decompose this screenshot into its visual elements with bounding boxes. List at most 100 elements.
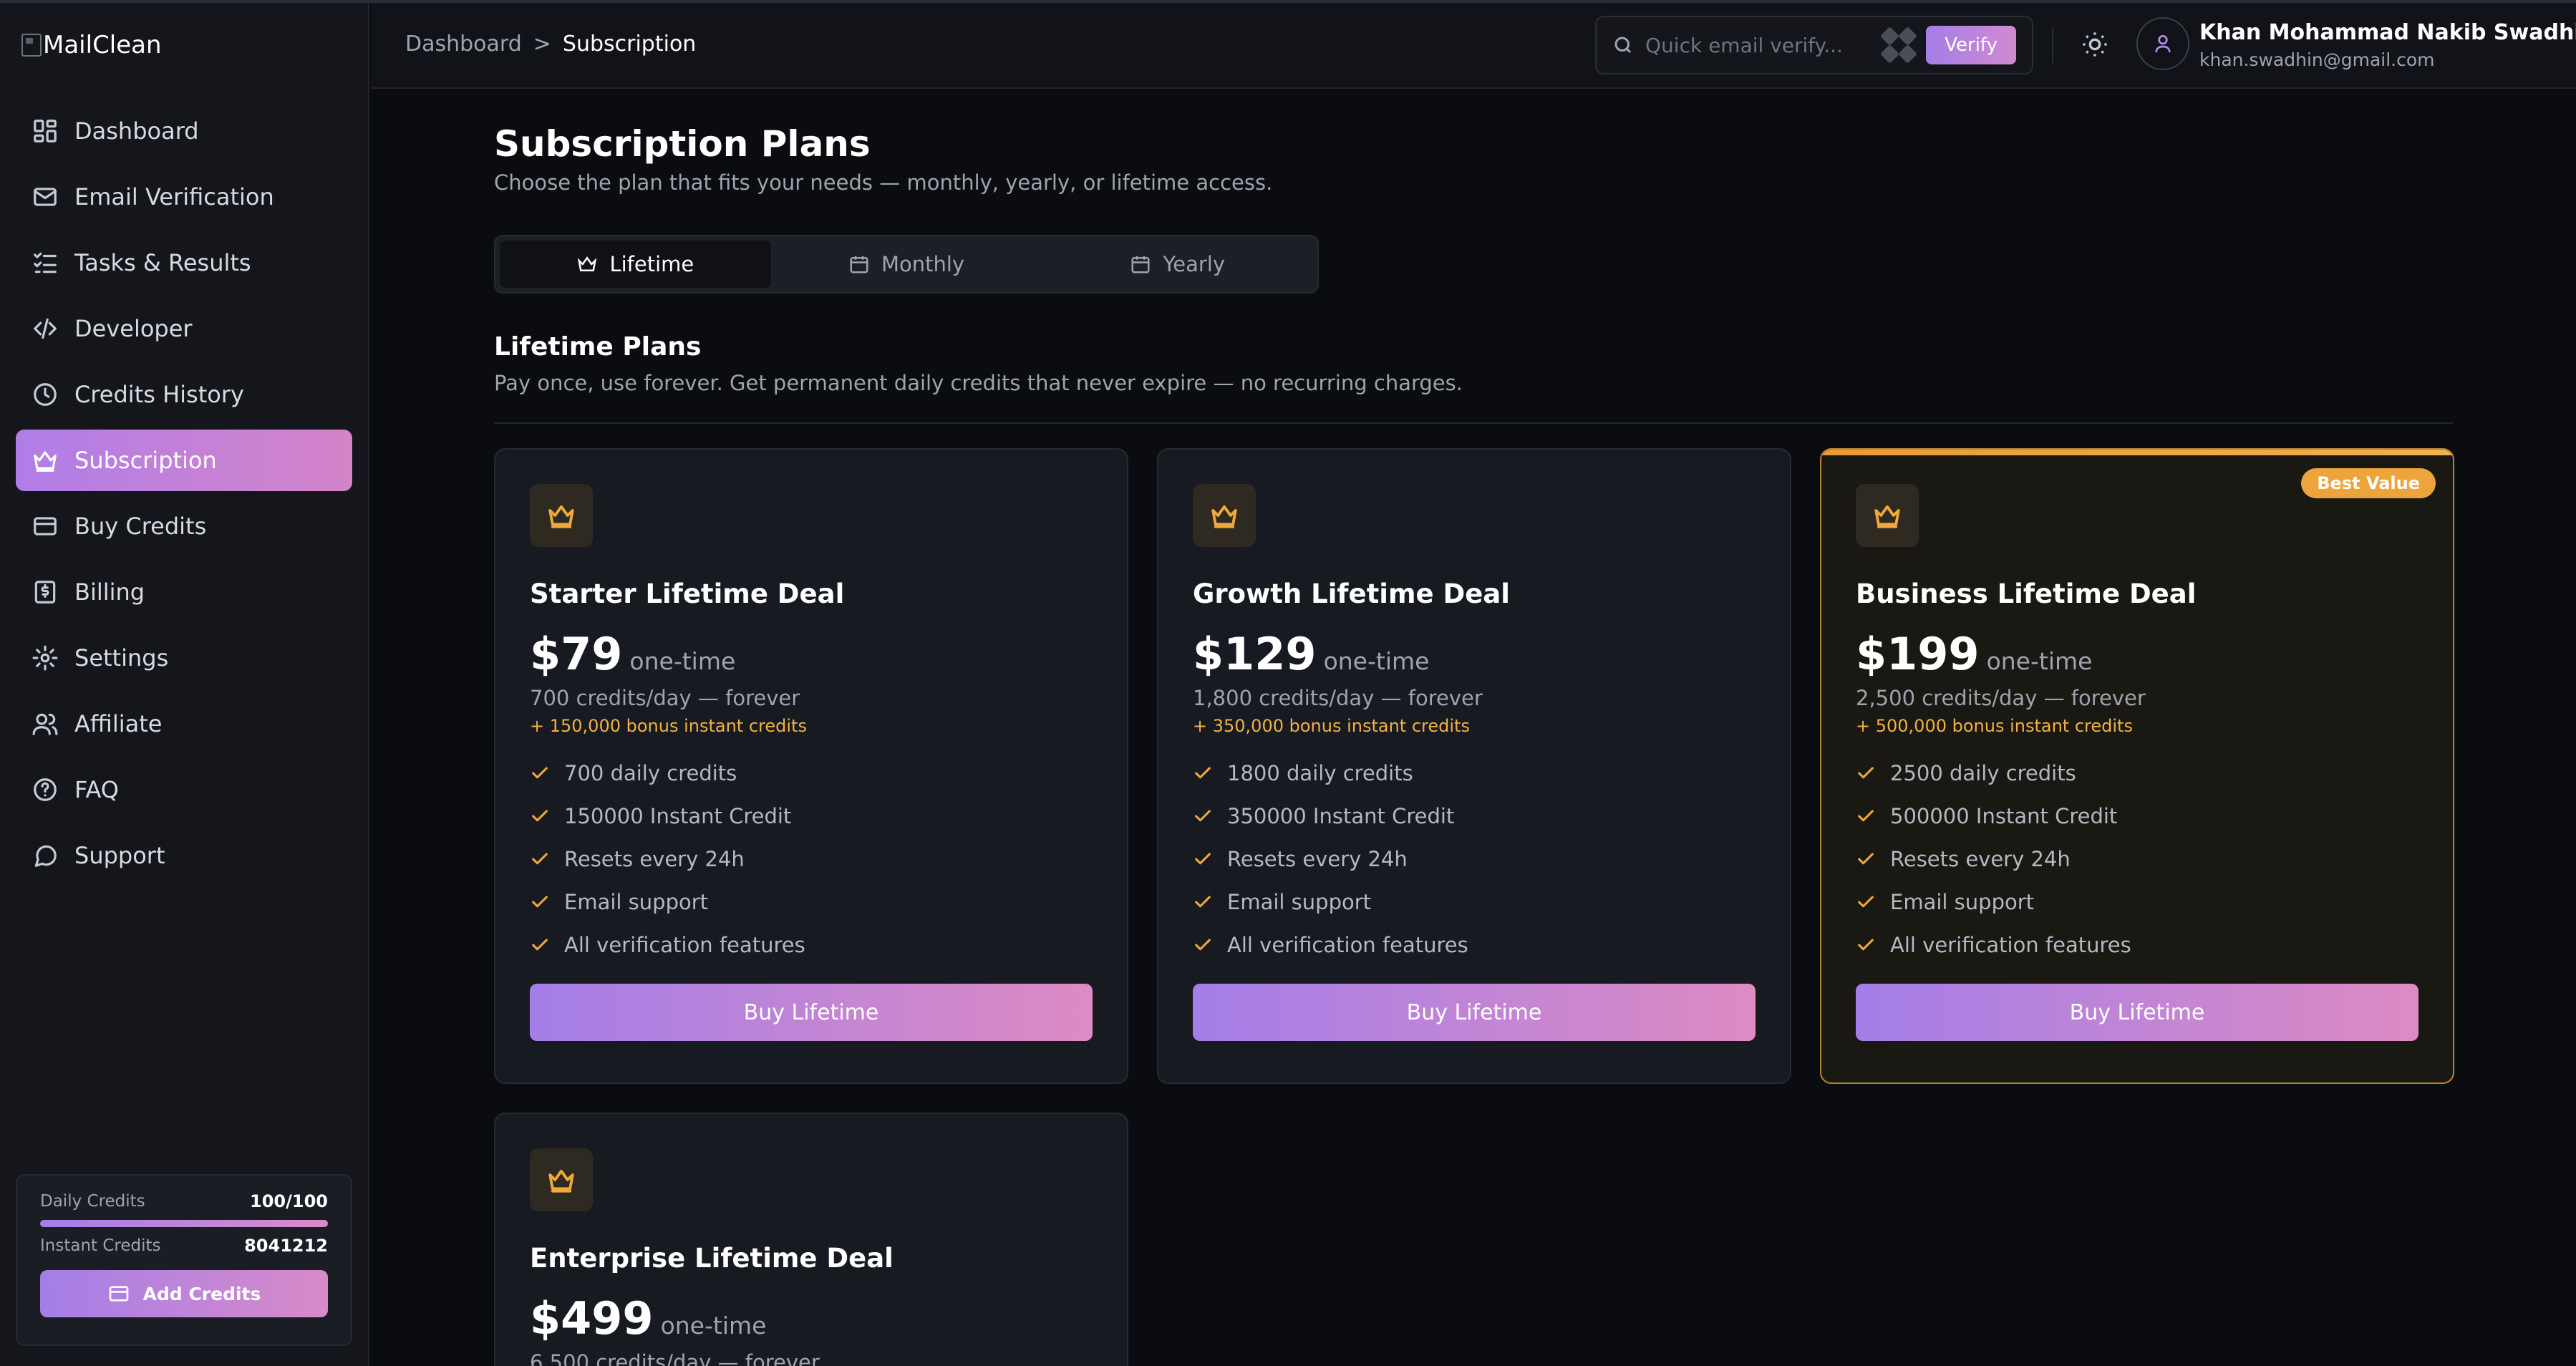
sidebar-item-credits-history[interactable]: Credits History bbox=[16, 364, 352, 425]
sidebar-item-buy-credits[interactable]: Buy Credits bbox=[16, 495, 352, 557]
section-title: Lifetime Plans bbox=[494, 332, 702, 362]
plan-icon-box bbox=[530, 484, 593, 547]
sidebar-item-subscription[interactable]: Subscription bbox=[16, 430, 352, 491]
sidebar-item-label: Support bbox=[74, 842, 165, 869]
page-title: Subscription Plans bbox=[494, 123, 871, 165]
check-icon bbox=[532, 939, 548, 951]
breadcrumb-root[interactable]: Dashboard bbox=[405, 32, 522, 57]
sidebar-item-label: Dashboard bbox=[74, 117, 199, 145]
sidebar-item-billing[interactable]: Billing bbox=[16, 561, 352, 623]
sidebar-item-support[interactable]: Support bbox=[16, 825, 352, 886]
broken-image-icon bbox=[21, 34, 42, 57]
section-divider bbox=[494, 422, 2453, 424]
feature-item: Resets every 24h bbox=[1856, 838, 2418, 881]
add-credits-button[interactable]: Add Credits bbox=[40, 1270, 328, 1317]
crown-icon bbox=[578, 256, 597, 271]
feature-label: 2500 daily credits bbox=[1890, 761, 2076, 785]
page-subtitle: Choose the plan that fits your needs — m… bbox=[494, 170, 1273, 195]
crown-icon bbox=[548, 1169, 574, 1193]
sidebar-item-faq[interactable]: FAQ bbox=[16, 759, 352, 820]
quick-verify-input[interactable]: Quick email verify... bbox=[1645, 34, 1872, 57]
sidebar-item-affiliate[interactable]: Affiliate bbox=[16, 693, 352, 755]
credit-card-icon bbox=[109, 1286, 128, 1302]
plan-card-enterprise: Enterprise Lifetime Deal $499 one-time 6… bbox=[494, 1113, 1128, 1366]
app-logo[interactable]: MailClean bbox=[21, 29, 162, 62]
check-icon bbox=[532, 810, 548, 822]
theme-toggle[interactable] bbox=[2081, 30, 2109, 59]
plan-price-note: one-time bbox=[1986, 647, 2093, 675]
feature-item: All verification features bbox=[1856, 924, 2418, 967]
calendar-icon bbox=[850, 256, 868, 273]
buy-lifetime-button[interactable]: Buy Lifetime bbox=[530, 984, 1093, 1041]
check-icon bbox=[532, 896, 548, 908]
instant-credits-value: 8041212 bbox=[244, 1236, 328, 1256]
sidebar-nav: Dashboard Email Verification Tasks & Res… bbox=[16, 100, 352, 891]
plan-features: 2500 daily credits 500000 Instant Credit… bbox=[1856, 752, 2418, 967]
feature-label: 700 daily credits bbox=[564, 761, 737, 785]
check-icon bbox=[1858, 810, 1874, 822]
feature-item: Email support bbox=[530, 881, 1093, 924]
plan-icon-box bbox=[530, 1148, 593, 1211]
extension-icon bbox=[1880, 26, 1918, 64]
feature-label: All verification features bbox=[564, 933, 805, 957]
sidebar-item-dashboard[interactable]: Dashboard bbox=[16, 100, 352, 162]
plan-price: $129 bbox=[1193, 628, 1317, 680]
check-icon bbox=[1195, 939, 1211, 951]
plan-tabs: Lifetime Monthly Yearly bbox=[494, 235, 1319, 294]
sidebar-item-label: Buy Credits bbox=[74, 513, 207, 540]
feature-label: 500000 Instant Credit bbox=[1890, 804, 2118, 828]
plan-price: $199 bbox=[1856, 628, 1980, 680]
plan-name: Enterprise Lifetime Deal bbox=[530, 1243, 894, 1274]
feature-item: 2500 daily credits bbox=[1856, 752, 2418, 795]
tab-lifetime[interactable]: Lifetime bbox=[500, 241, 771, 288]
check-icon bbox=[1195, 896, 1211, 908]
plan-card-business: Best Value Business Lifetime Deal $199 o… bbox=[1820, 448, 2454, 1084]
sidebar-item-settings[interactable]: Settings bbox=[16, 627, 352, 689]
buy-lifetime-button[interactable]: Buy Lifetime bbox=[1856, 984, 2418, 1041]
sidebar-item-label: Developer bbox=[74, 315, 193, 342]
check-icon bbox=[1858, 896, 1874, 908]
verify-button[interactable]: Verify bbox=[1926, 26, 2016, 64]
breadcrumb-current: Subscription bbox=[562, 32, 697, 57]
crown-icon bbox=[1211, 505, 1237, 528]
plan-price-row: $499 one-time bbox=[530, 1292, 1093, 1345]
tab-monthly[interactable]: Monthly bbox=[771, 241, 1042, 288]
plan-price: $499 bbox=[530, 1292, 654, 1345]
tab-label: Lifetime bbox=[609, 252, 694, 276]
plan-price-row: $79 one-time bbox=[530, 628, 1093, 680]
feature-item: 150000 Instant Credit bbox=[530, 795, 1093, 838]
sidebar-item-email-verification[interactable]: Email Verification bbox=[16, 166, 352, 228]
user-name: Khan Mohammad Nakib Swadhin bbox=[2199, 20, 2576, 45]
logo-alt-text: MailClean bbox=[43, 31, 162, 59]
feature-label: Email support bbox=[564, 890, 709, 914]
sidebar-item-tasks-results[interactable]: Tasks & Results bbox=[16, 232, 352, 294]
plan-bonus: + 500,000 bonus instant credits bbox=[1856, 716, 2133, 736]
tab-yearly[interactable]: Yearly bbox=[1042, 241, 1313, 288]
tab-label: Yearly bbox=[1163, 252, 1225, 276]
plan-per-day: 700 credits/day — forever bbox=[530, 686, 800, 710]
user-info[interactable]: Khan Mohammad Nakib Swadhin khan.swadhin… bbox=[2199, 20, 2576, 70]
crown-icon bbox=[548, 505, 574, 528]
plan-price-row: $129 one-time bbox=[1193, 628, 1756, 680]
help-circle-icon bbox=[34, 778, 57, 801]
feature-item: All verification features bbox=[1193, 924, 1756, 967]
plan-per-day: 1,800 credits/day — forever bbox=[1193, 686, 1483, 710]
sidebar-item-developer[interactable]: Developer bbox=[16, 298, 352, 359]
users-icon bbox=[32, 713, 58, 735]
plan-per-day: 6,500 credits/day — forever bbox=[530, 1350, 820, 1366]
sidebar-item-label: FAQ bbox=[74, 776, 119, 803]
check-icon bbox=[1195, 853, 1211, 865]
user-icon bbox=[2155, 35, 2171, 53]
feature-item: All verification features bbox=[530, 924, 1093, 967]
avatar[interactable] bbox=[2136, 17, 2189, 70]
buy-lifetime-button[interactable]: Buy Lifetime bbox=[1193, 984, 1756, 1041]
daily-credits-progress bbox=[40, 1220, 328, 1227]
list-checks-icon bbox=[34, 252, 57, 273]
feature-label: Resets every 24h bbox=[1227, 847, 1408, 871]
plan-name: Growth Lifetime Deal bbox=[1193, 578, 1510, 609]
feature-label: All verification features bbox=[1890, 933, 2131, 957]
gear-icon bbox=[32, 645, 58, 671]
daily-credits-row: Daily Credits 100/100 bbox=[40, 1191, 328, 1211]
sidebar-item-label: Settings bbox=[74, 644, 169, 672]
chat-icon bbox=[34, 845, 57, 867]
